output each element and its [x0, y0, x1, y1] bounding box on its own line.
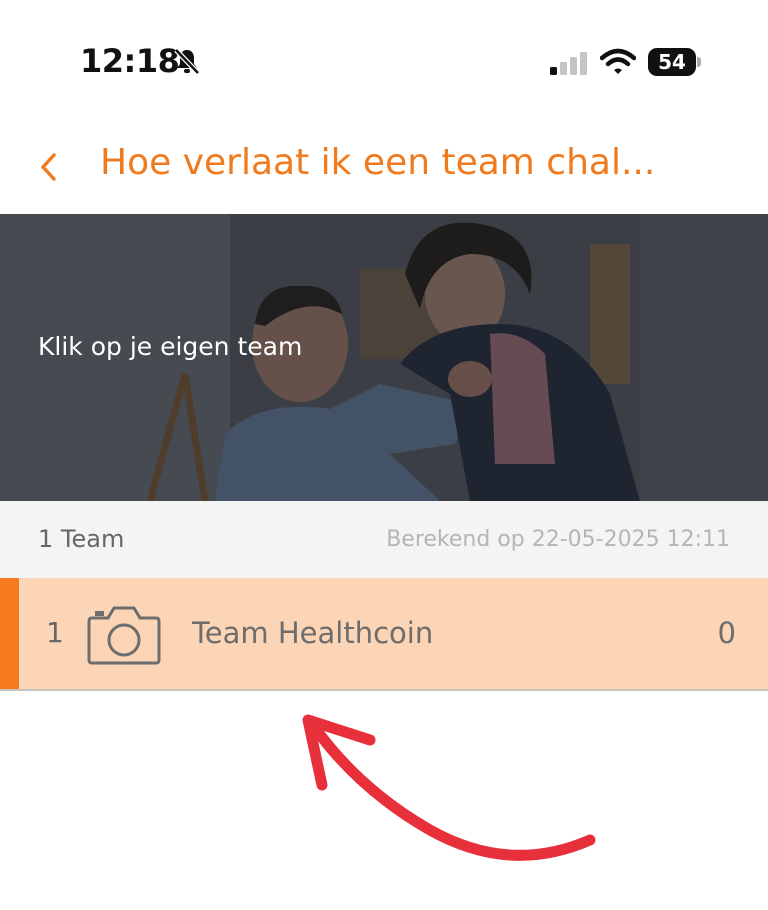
battery-tip — [697, 57, 701, 67]
status-time: 12:18 — [80, 42, 180, 80]
hero-caption: Klik op je eigen team — [38, 332, 303, 361]
team-name: Team Healthcoin — [192, 616, 434, 650]
team-count: 1 Team — [38, 525, 125, 553]
status-bar: 12:18 54 — [0, 0, 768, 120]
team-row[interactable]: 1 Team Healthcoin 0 — [0, 578, 768, 691]
red-arrow-icon — [290, 700, 610, 874]
battery-icon: 54 — [648, 48, 696, 76]
calculated-timestamp: Berekend op 22-05-2025 12:11 — [386, 527, 730, 552]
row-accent-marker — [0, 578, 19, 689]
team-rank: 1 — [46, 616, 64, 649]
page-title: Hoe verlaat ik een team chal... — [100, 142, 656, 183]
hero-banner: Klik op je eigen team — [0, 214, 768, 501]
list-header: 1 Team Berekend op 22-05-2025 12:11 — [0, 501, 768, 578]
camera-icon — [86, 604, 162, 670]
chevron-left-icon[interactable] — [38, 150, 60, 184]
nav-header: Hoe verlaat ik een team chal... — [0, 120, 768, 214]
team-score: 0 — [717, 616, 736, 650]
wifi-icon — [599, 48, 637, 80]
bell-slash-icon — [172, 46, 202, 80]
signal-icon — [550, 52, 590, 80]
